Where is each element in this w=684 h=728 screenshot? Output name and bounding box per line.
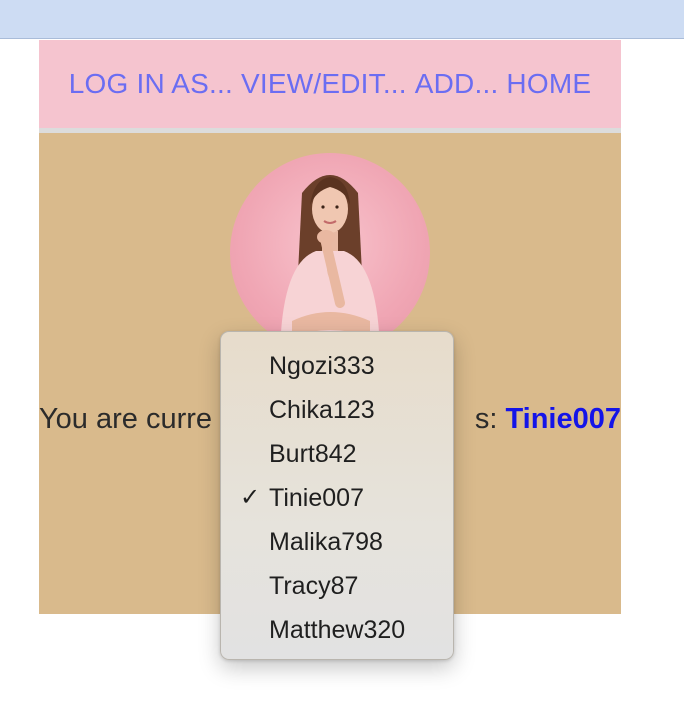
option-label: Tracy87 bbox=[269, 572, 359, 600]
nav-login-as[interactable]: LOG IN AS... bbox=[69, 68, 233, 100]
dropdown-option-malika798[interactable]: Malika798 bbox=[221, 520, 453, 564]
dropdown-option-matthew320[interactable]: Matthew320 bbox=[221, 608, 453, 652]
option-label: Matthew320 bbox=[269, 616, 406, 644]
option-label: Tinie007 bbox=[269, 484, 364, 512]
checkmark-icon: ✓ bbox=[240, 484, 261, 511]
option-label: Chika123 bbox=[269, 396, 375, 424]
browser-toolbar bbox=[0, 0, 684, 39]
nav-add[interactable]: ADD... bbox=[415, 68, 499, 100]
nav-bar: LOG IN AS... VIEW/EDIT... ADD... HOME bbox=[39, 40, 621, 128]
dropdown-option-tracy87[interactable]: Tracy87 bbox=[221, 564, 453, 608]
option-label: Malika798 bbox=[269, 528, 383, 556]
current-username: Tinie007 bbox=[505, 403, 621, 435]
status-prefix: You are curre bbox=[39, 403, 213, 435]
option-label: Ngozi333 bbox=[269, 352, 375, 380]
user-select-dropdown[interactable]: Ngozi333 Chika123 Burt842 ✓ Tinie007 Mal… bbox=[220, 331, 454, 660]
dropdown-option-burt842[interactable]: Burt842 bbox=[221, 432, 453, 476]
status-suffix: s: bbox=[474, 403, 498, 435]
dropdown-option-ngozi333[interactable]: Ngozi333 bbox=[221, 344, 453, 388]
option-label: Burt842 bbox=[269, 440, 357, 468]
dropdown-option-tinie007[interactable]: ✓ Tinie007 bbox=[221, 476, 453, 520]
nav-view-edit[interactable]: VIEW/EDIT... bbox=[241, 68, 407, 100]
nav-home[interactable]: HOME bbox=[506, 68, 591, 100]
dropdown-option-chika123[interactable]: Chika123 bbox=[221, 388, 453, 432]
user-photo-icon bbox=[280, 175, 380, 353]
avatar bbox=[230, 153, 430, 353]
